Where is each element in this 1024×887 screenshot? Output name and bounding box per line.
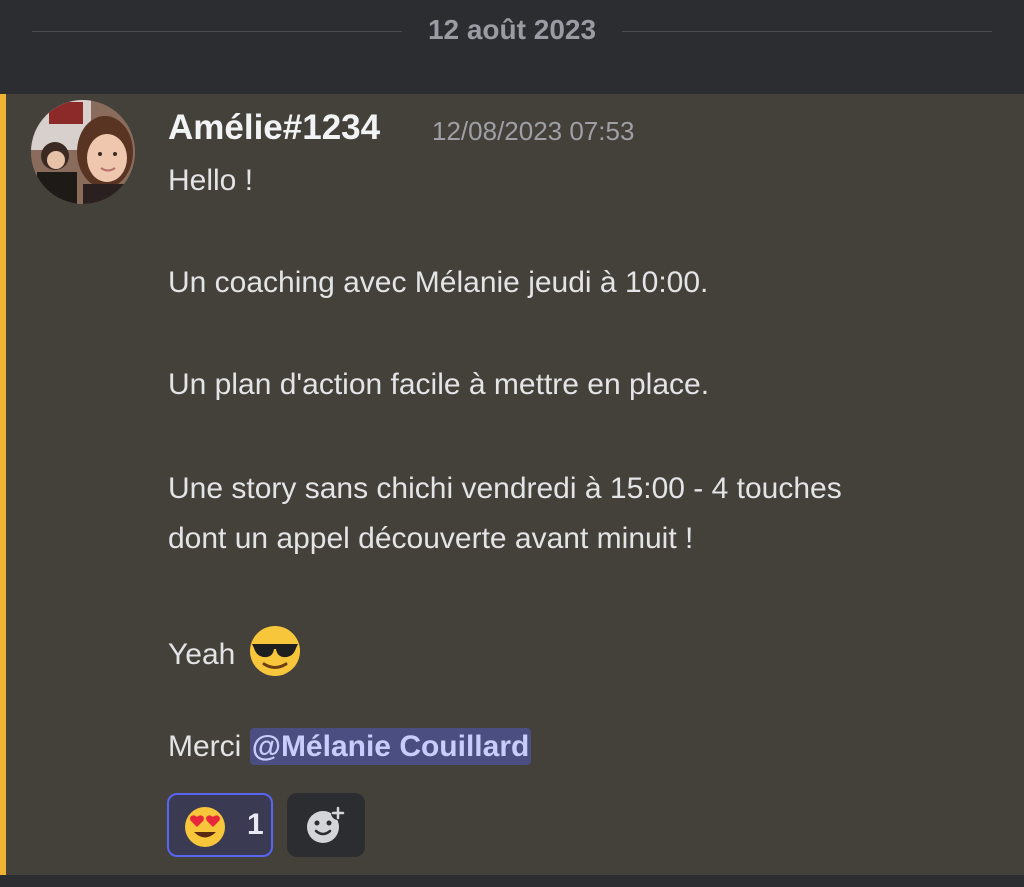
reaction-count: 1 bbox=[247, 808, 264, 841]
message-timestamp[interactable]: 12/08/2023 07:53 bbox=[432, 116, 634, 147]
message-line-merci: Merci @Mélanie Couillard bbox=[168, 728, 532, 765]
user-mention[interactable]: @Mélanie Couillard bbox=[249, 728, 532, 765]
message[interactable]: Amélie#1234 12/08/2023 07:53 Hello ! Un … bbox=[0, 94, 1024, 875]
add-reaction-icon bbox=[307, 806, 345, 843]
add-reaction-button[interactable] bbox=[287, 793, 365, 857]
message-line-yeah: Yeah bbox=[168, 624, 302, 678]
chat-view: 12 août 2023 Amélie#1234 12/08/2023 07:5… bbox=[0, 0, 1024, 887]
avatar[interactable] bbox=[31, 100, 135, 204]
message-text: Yeah bbox=[168, 638, 236, 671]
avatar-photo bbox=[31, 100, 135, 204]
message-line: Une story sans chichi vendredi à 15:00 -… bbox=[168, 472, 842, 505]
message-line: Hello ! bbox=[168, 164, 254, 197]
divider-line-right bbox=[622, 31, 992, 32]
date-label: 12 août 2023 bbox=[427, 14, 597, 45]
mention-highlight-bar bbox=[0, 94, 6, 875]
smiling-face-with-sunglasses-icon bbox=[249, 626, 300, 676]
author-username[interactable]: Amélie#1234 bbox=[168, 108, 380, 148]
heart-eyes-icon bbox=[185, 807, 225, 847]
message-line: Un plan d'action facile à mettre en plac… bbox=[168, 368, 710, 401]
reaction-heart-eyes[interactable]: 1 bbox=[167, 793, 273, 857]
message-text: Merci bbox=[168, 730, 242, 763]
message-line: Un coaching avec Mélanie jeudi à 10:00. bbox=[168, 266, 709, 299]
divider-line-left bbox=[32, 31, 402, 32]
message-line: dont un appel découverte avant minuit ! bbox=[168, 522, 694, 555]
bottom-divider bbox=[0, 875, 1024, 887]
date-divider: 12 août 2023 bbox=[0, 0, 1024, 94]
